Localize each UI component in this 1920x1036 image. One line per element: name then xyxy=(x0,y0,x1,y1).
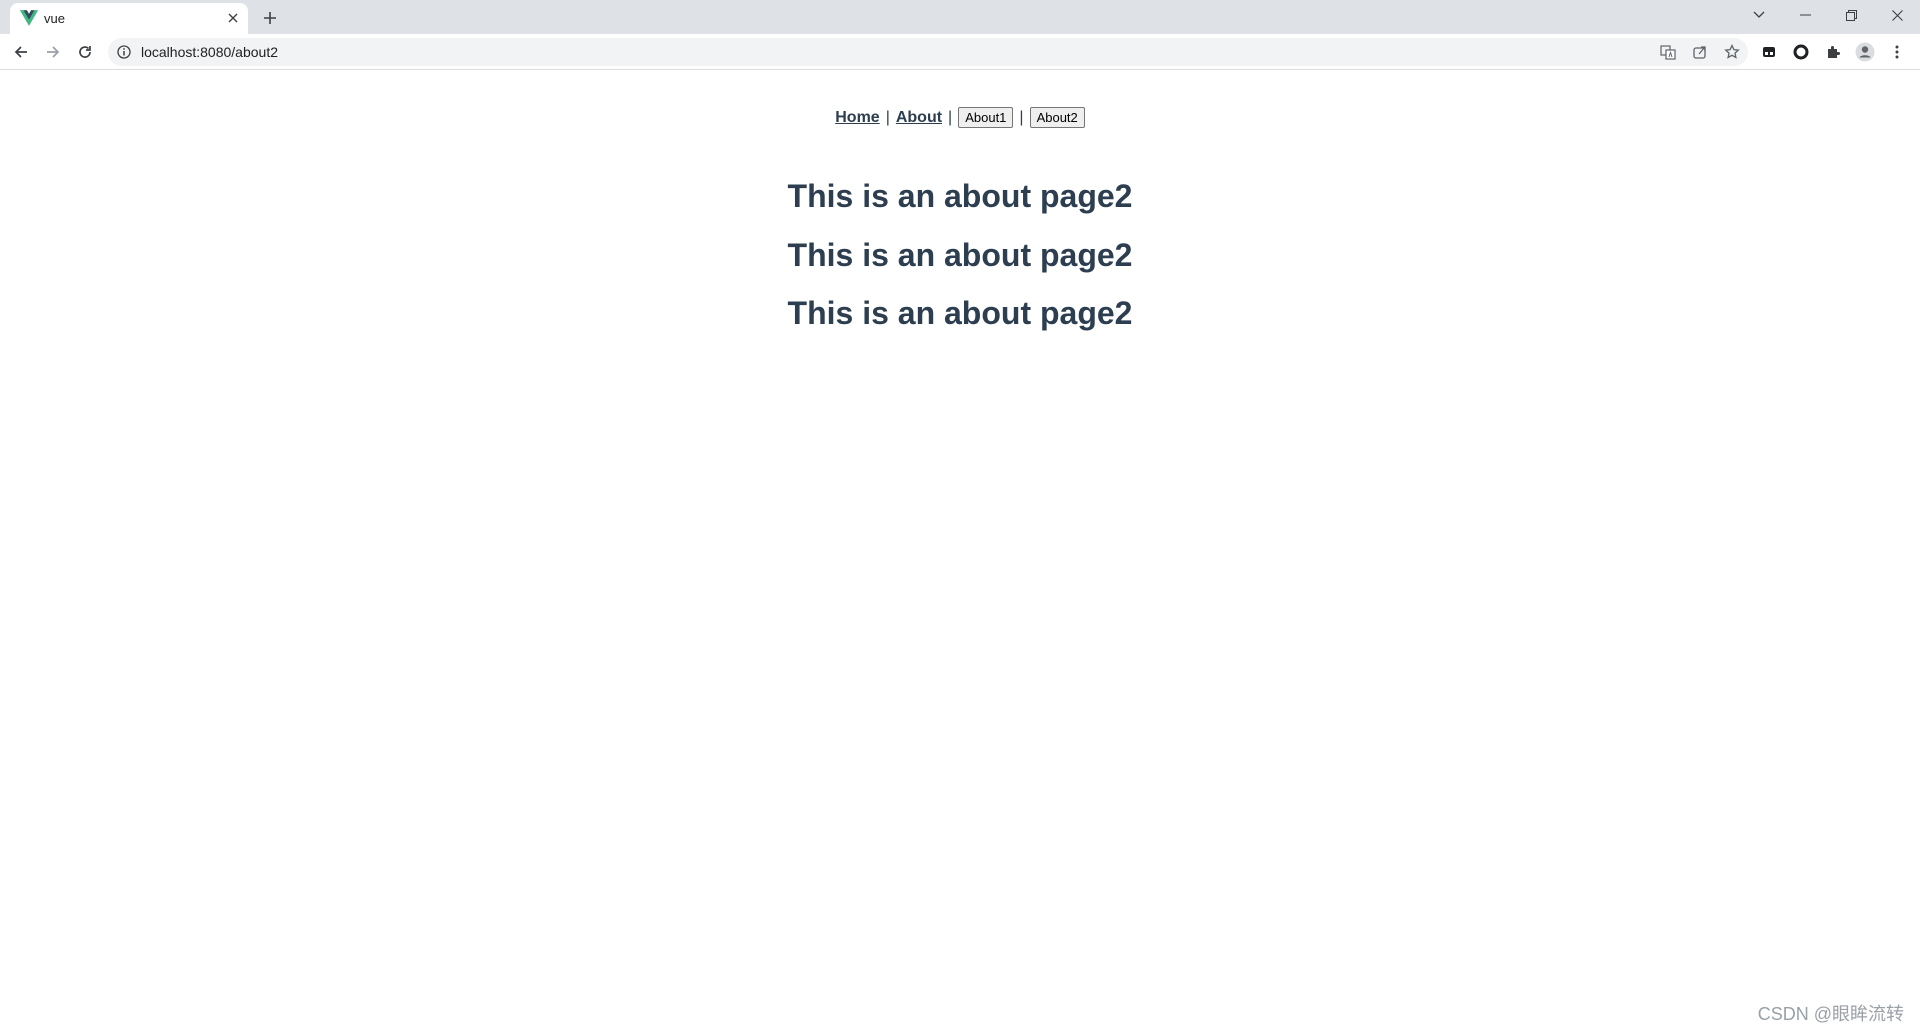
nav-separator: | xyxy=(948,108,953,126)
restore-icon[interactable] xyxy=(1828,0,1874,30)
about2-button[interactable]: About2 xyxy=(1029,107,1085,128)
vue-logo-icon xyxy=(20,10,38,26)
puzzle-icon[interactable] xyxy=(1820,39,1846,65)
back-arrow-icon[interactable] xyxy=(8,39,34,65)
nav-bar: Home | About | About1 | About2 xyxy=(0,107,1920,128)
address-bar[interactable] xyxy=(108,38,1748,66)
kebab-menu-icon[interactable] xyxy=(1884,39,1910,65)
page-heading: This is an about page2 xyxy=(787,295,1133,331)
page-heading: This is an about page2 xyxy=(787,236,1133,273)
nav-separator: | xyxy=(1019,108,1024,126)
close-icon[interactable] xyxy=(1874,0,1920,30)
browser-toolbar xyxy=(0,34,1920,70)
nav-link-about[interactable]: About xyxy=(896,109,942,127)
reload-icon[interactable] xyxy=(72,39,98,65)
forward-arrow-icon[interactable] xyxy=(40,39,66,65)
share-icon[interactable] xyxy=(1687,39,1713,65)
minimize-icon[interactable] xyxy=(1782,0,1828,30)
tab-strip: vue xyxy=(0,0,1920,34)
watermark: CSDN @眼眸流转 xyxy=(1757,1004,1904,1024)
translate-icon[interactable] xyxy=(1655,39,1681,65)
page-content: Home | About | About1 | About2 This is a… xyxy=(0,70,1920,1036)
tab-vue[interactable]: vue xyxy=(10,3,248,34)
star-icon[interactable] xyxy=(1719,39,1745,65)
url-input[interactable] xyxy=(141,44,1041,60)
profile-icon[interactable] xyxy=(1852,39,1878,65)
nav-link-home[interactable]: Home xyxy=(835,109,879,127)
close-icon[interactable] xyxy=(224,9,242,27)
tab-title: vue xyxy=(44,11,65,26)
record-icon[interactable] xyxy=(1788,39,1814,65)
nav-separator: | xyxy=(885,108,890,126)
info-icon[interactable] xyxy=(117,45,131,59)
plus-icon[interactable] xyxy=(258,6,282,30)
page-heading: This is an about page2 xyxy=(787,178,1133,214)
about-headings: This is an about page2 This is an about … xyxy=(0,178,1920,354)
browser-window: vue localhost:8080/about2 Home | About |… xyxy=(0,0,1920,1036)
extension-icon[interactable] xyxy=(1756,39,1782,65)
chevron-down-icon[interactable] xyxy=(1736,0,1782,30)
about1-button[interactable]: About1 xyxy=(958,107,1014,128)
